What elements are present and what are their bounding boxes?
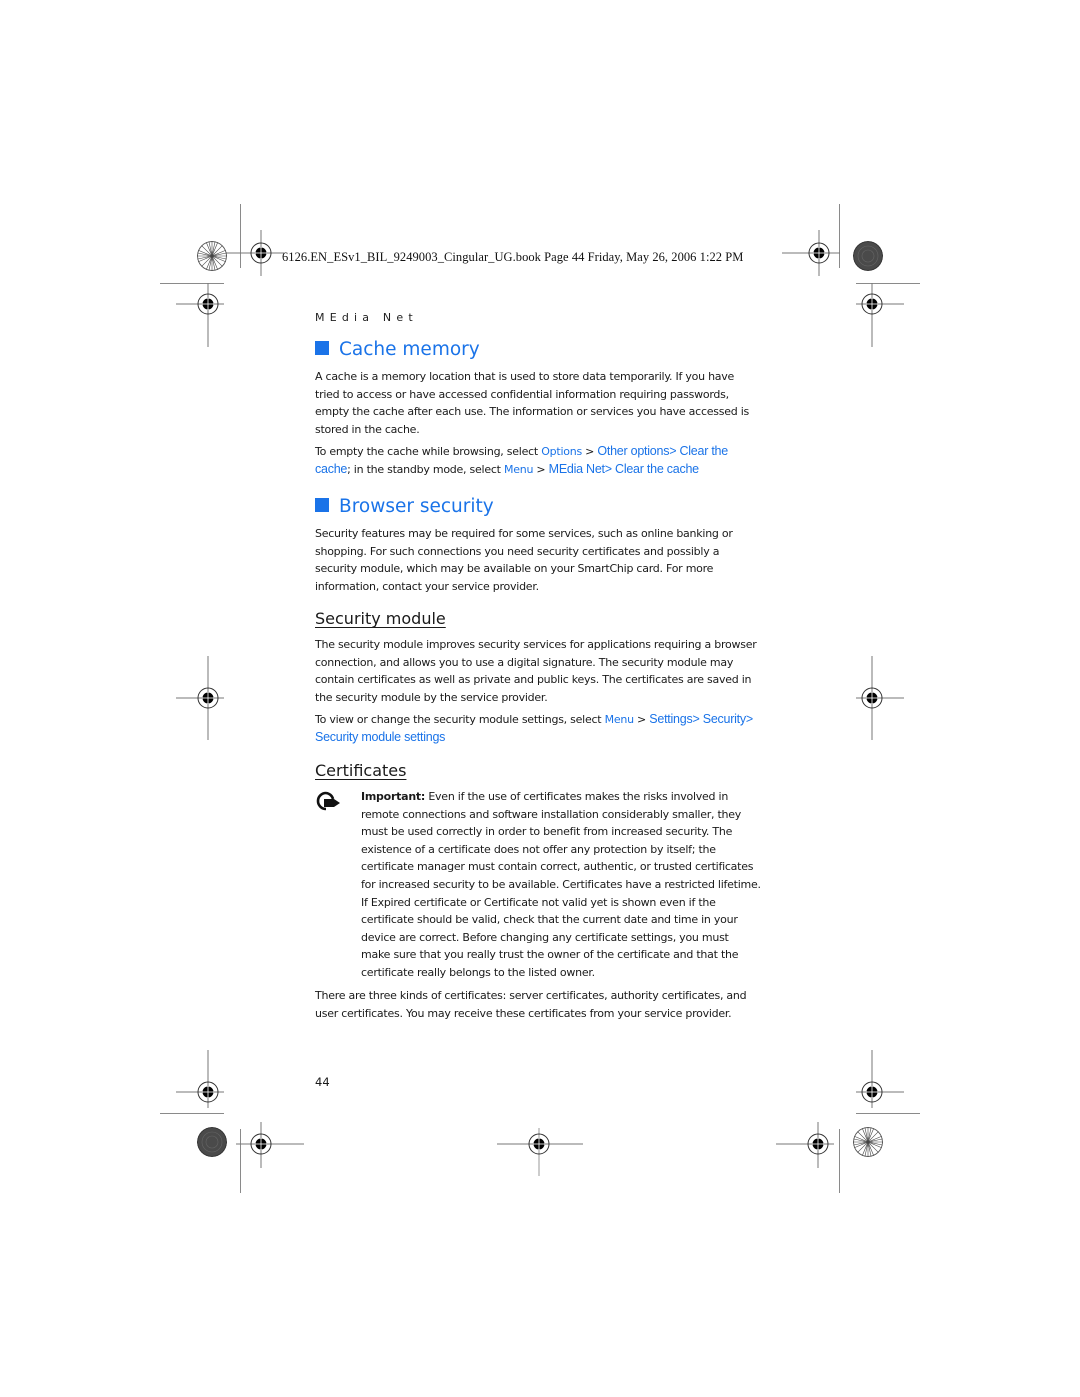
note-text: Even if the use of certificates makes th… bbox=[361, 790, 761, 979]
menu-path-clear-cache: Clear the cache bbox=[615, 461, 699, 476]
text: To view or change the security module se… bbox=[315, 713, 605, 726]
page-number: 44 bbox=[315, 1075, 330, 1089]
text: > bbox=[533, 462, 549, 476]
running-head: MEdia Net bbox=[315, 311, 418, 324]
text: > bbox=[669, 444, 680, 458]
menu-path-security-module-settings: Security module settings bbox=[315, 729, 446, 744]
menu-path-settings: Settings bbox=[649, 712, 693, 726]
print-slug: 6126.EN_ESv1_BIL_9249003_Cingular_UG.boo… bbox=[282, 250, 744, 264]
registration-mark-icon bbox=[497, 1128, 583, 1176]
star-target-icon bbox=[197, 241, 227, 271]
registration-mark-icon bbox=[856, 283, 904, 347]
menu-path-options: Options bbox=[541, 445, 582, 458]
heading-text: Browser security bbox=[339, 496, 494, 517]
text: > bbox=[745, 712, 753, 726]
registration-mark-icon bbox=[176, 656, 224, 740]
star-target-icon bbox=[853, 241, 883, 271]
menu-path-other-options: Other options bbox=[597, 444, 670, 458]
text: > bbox=[692, 712, 703, 726]
section-heading-browser-security: Browser security bbox=[315, 496, 494, 517]
heading-text: Cache memory bbox=[339, 339, 480, 360]
paragraph: There are three kinds of certificates: s… bbox=[315, 989, 747, 1020]
subheading-certificates: Certificates bbox=[315, 761, 407, 780]
menu-path-menu: Menu bbox=[604, 713, 634, 726]
menu-path-security: Security bbox=[702, 712, 746, 726]
text: > bbox=[581, 445, 598, 458]
menu-path-menu: Menu bbox=[503, 462, 534, 476]
registration-mark-icon bbox=[856, 656, 904, 740]
star-target-icon bbox=[197, 1127, 227, 1157]
registration-mark-icon bbox=[176, 283, 224, 347]
registration-mark-icon bbox=[782, 230, 840, 276]
registration-mark-icon bbox=[856, 1050, 904, 1108]
text: > bbox=[604, 461, 616, 476]
paragraph-instructions: To empty the cache while browsing, selec… bbox=[315, 443, 760, 478]
registration-mark-icon bbox=[236, 1122, 304, 1168]
paragraph: The security module improves security se… bbox=[315, 638, 757, 704]
note-label: Important: bbox=[361, 790, 426, 803]
text: > bbox=[633, 713, 650, 726]
important-note-icon bbox=[316, 791, 340, 811]
heading-square-icon bbox=[315, 498, 329, 512]
registration-mark-icon bbox=[176, 1050, 224, 1108]
paragraph: Security features may be required for so… bbox=[315, 527, 733, 593]
paragraph: A cache is a memory location that is use… bbox=[315, 370, 750, 436]
star-target-icon bbox=[853, 1127, 883, 1157]
menu-path-media-net: MEdia Net bbox=[548, 461, 605, 476]
text: ; in the standby mode, select bbox=[347, 462, 504, 476]
text: To empty the cache while browsing, selec… bbox=[315, 445, 542, 458]
subheading-security-module: Security module bbox=[315, 609, 446, 628]
heading-square-icon bbox=[315, 341, 329, 355]
paragraph-instructions: To view or change the security module se… bbox=[315, 711, 760, 746]
important-note: Important: Even if the use of certificat… bbox=[361, 788, 761, 982]
registration-mark-icon bbox=[776, 1122, 834, 1168]
section-heading-cache-memory: Cache memory bbox=[315, 339, 480, 360]
